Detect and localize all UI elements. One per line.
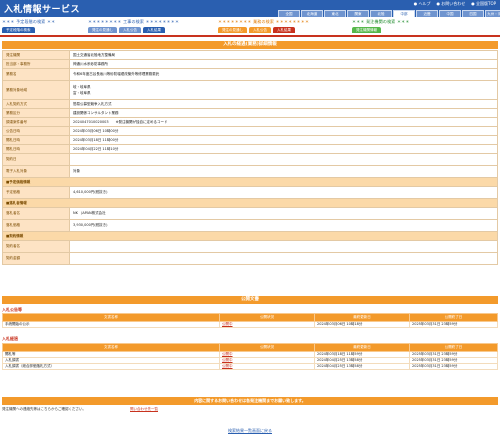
column-header: 文書名称 <box>2 343 220 352</box>
detail-value: 対象 <box>69 165 498 178</box>
column-header: 公開終了日 <box>409 313 498 322</box>
detail-label: 予定価格 <box>2 186 70 199</box>
column-header: 最終更新日 <box>314 313 410 322</box>
doc-end: 2025年03月31日 23時59分 <box>409 363 498 370</box>
detail-label: 業務名 <box>2 68 70 81</box>
tab-service-result[interactable]: 入札結果 <box>273 27 295 33</box>
detail-label: 担当部・事務所 <box>2 59 70 69</box>
detail-value: 簡易公募型競争入札方式 <box>69 99 498 109</box>
doc-status-link[interactable]: 公開中 <box>219 321 315 328</box>
detail-label: 落札価格 <box>2 219 70 232</box>
detail-label: 業務対象地域 <box>2 80 70 100</box>
detail-value: 2024年03月18日 11時00分 <box>69 135 498 145</box>
detail-label: 契約金額 <box>2 252 70 265</box>
column-header: 最終更新日 <box>314 343 410 352</box>
table-row: 手続開始の公示 公開中 2024年03月06日 10時18分 2025年03月3… <box>2 321 498 328</box>
nav-group-construction: ＊＊＊＊＊＊＊＊ 工事の検索 ＊＊＊＊＊＊＊＊ 発注の見通し 入札公告 入札結果 <box>88 19 179 33</box>
nav-group-title: ＊＊＊ 発注機関の検索 ＊＊＊ <box>352 19 410 24</box>
contact-link[interactable]: ● お問い合わせ <box>436 1 465 7</box>
detail-value: 2024年03月06日 10時00分 <box>69 126 498 136</box>
detail-label: 公告日時 <box>2 126 70 136</box>
detail-label: 入札契約方式 <box>2 99 70 109</box>
doc-end: 2025年03月31日 23時59分 <box>409 321 498 328</box>
doc-updated: 2024年04月25日 13時58分 <box>314 363 410 370</box>
column-header: 公開終了日 <box>409 343 498 352</box>
contact-notice-text: 発注機関への連絡先等はこちらからご確認ください。 <box>2 407 86 411</box>
detail-label: 開札日時 <box>2 135 70 145</box>
documents-title: 公開文書 <box>2 296 498 304</box>
keika-table: 文書名称 公開状況 最終更新日 公開終了日 開札等 公開中 2024年03月18… <box>2 343 498 370</box>
doc-name: 手続開始の公示 <box>2 321 220 328</box>
subsection-price: ■予定価格情報 <box>2 177 498 187</box>
tab-construction-notice[interactable]: 入札公告 <box>119 27 141 33</box>
detail-label: 発注機関 <box>2 50 70 60</box>
contact-notice-row: 発注機関への連絡先等はこちらからご確認ください。 問い合わせ先一覧 <box>2 407 498 412</box>
column-header: 公開状況 <box>219 313 315 322</box>
detail-label: 調達案件番号 <box>2 117 70 127</box>
nav-group-service: ＊＊＊＊＊＊＊＊ 業務の検索 ＊＊＊＊＊＊＊＊ 発注の見通し 入札公告 入札結果 <box>218 19 309 33</box>
nav-group-schedule: ＊＊＊ 予定段階の検索 ＊＊ 予定段階の検索 <box>2 19 55 33</box>
detail-value: 令和6年度古谷長坂川等砂防堰堤改築外等修理業務委託 <box>69 68 498 81</box>
detail-table: 発注機関 国土交通省北陸地方整備局 担当部・事務所 神通川水系砂防事務所 業務名 令和… <box>2 50 498 265</box>
detail-label: 電子入札対象 <box>2 165 70 178</box>
back-to-results-link[interactable]: 検索結果一覧画面に戻る <box>0 428 500 434</box>
search-navigation: ＊＊＊ 予定段階の検索 ＊＊ 予定段階の検索 ＊＊＊＊＊＊＊＊ 工事の検索 ＊＊… <box>0 17 500 35</box>
detail-value: 4,610,000円(税抜き) <box>69 186 498 199</box>
detail-value: 国土交通省北陸地方整備局 <box>69 50 498 60</box>
koukoku-table: 文書名称 公開状況 最終更新日 公開終了日 手続開始の公示 公開中 2024年0… <box>2 313 498 328</box>
header-links: ● ヘルプ ● お問い合わせ ● 全国版TOP <box>414 1 496 7</box>
detail-value: 神通川水系砂防事務所 <box>69 59 498 69</box>
column-header: 公開状況 <box>219 343 315 352</box>
detail-label: 契約者名 <box>2 240 70 253</box>
subsection-winner: ■落札者情報 <box>2 198 498 208</box>
tab-construction-outlook[interactable]: 発注の見通し <box>88 27 117 33</box>
contact-list-link[interactable]: 問い合わせ先一覧 <box>130 407 158 412</box>
tab-service-outlook[interactable]: 発注の見通し <box>218 27 247 33</box>
detail-label: 落札者名 <box>2 207 70 220</box>
tab-service-notice[interactable]: 入札公告 <box>249 27 271 33</box>
detail-value: 建設関係コンサルタント業務 <box>69 108 498 118</box>
nav-group-title: ＊＊＊＊＊＊＊＊ 業務の検索 ＊＊＊＊＊＊＊＊ <box>218 19 310 24</box>
nav-group-title: ＊＊＊ 予定段階の検索 ＊＊ <box>2 19 56 24</box>
column-header: 文書名称 <box>2 313 220 322</box>
detail-value: 岐・岐阜県 富・岐阜県 <box>69 80 498 100</box>
tab-schedule-search[interactable]: 予定段階の検索 <box>2 27 35 33</box>
tab-construction-result[interactable]: 入札結果 <box>143 27 165 33</box>
contact-notice-bar: 内容に関するお問い合わせは各発注機関までお願い致します。 <box>2 397 498 405</box>
site-logo[interactable]: 入札情報サービス <box>4 2 80 15</box>
detail-value: 2024047010020003 ※発注機関が独自に定めるコード <box>69 117 498 127</box>
national-top-link[interactable]: ● 全国版TOP <box>471 1 496 7</box>
nav-group-title: ＊＊＊＊＊＊＊＊ 工事の検索 ＊＊＊＊＊＊＊＊ <box>88 19 180 24</box>
detail-value <box>69 252 498 265</box>
detail-value: 3,930,000円(税抜き) <box>69 219 498 232</box>
detail-label: 開札日時 <box>2 144 70 154</box>
doc-name: 入札調書（総合評価落札方式） <box>2 363 220 370</box>
detail-label: 業務区分 <box>2 108 70 118</box>
detail-value: 2024年04月22日 11時10分 <box>69 144 498 154</box>
tab-agency-info[interactable]: 発注機関情報 <box>352 27 381 33</box>
header-bar: 入札情報サービス ● ヘルプ ● お問い合わせ ● 全国版TOP 全国 北海道 … <box>0 0 500 18</box>
detail-label: 契約日 <box>2 153 70 166</box>
nav-group-agency: ＊＊＊ 発注機関の検索 ＊＊＊ 発注機関情報 <box>352 19 410 33</box>
section-title: 入札の経過(業務)詳細情報 <box>2 41 498 49</box>
table-row: 入札調書（総合評価落札方式） 公開中 2024年04月25日 13時58分 20… <box>2 363 498 370</box>
doc-status-link[interactable]: 公開中 <box>219 363 315 370</box>
help-link[interactable]: ● ヘルプ <box>414 1 431 7</box>
detail-value <box>69 153 498 166</box>
nav-divider <box>0 35 500 37</box>
keika-title: 入札経過 <box>2 336 18 341</box>
subsection-contract: ■契約情報 <box>2 231 498 241</box>
detail-value: NK JAPAN株式会社 <box>69 207 498 220</box>
doc-updated: 2024年03月06日 10時18分 <box>314 321 410 328</box>
detail-value <box>69 240 498 253</box>
